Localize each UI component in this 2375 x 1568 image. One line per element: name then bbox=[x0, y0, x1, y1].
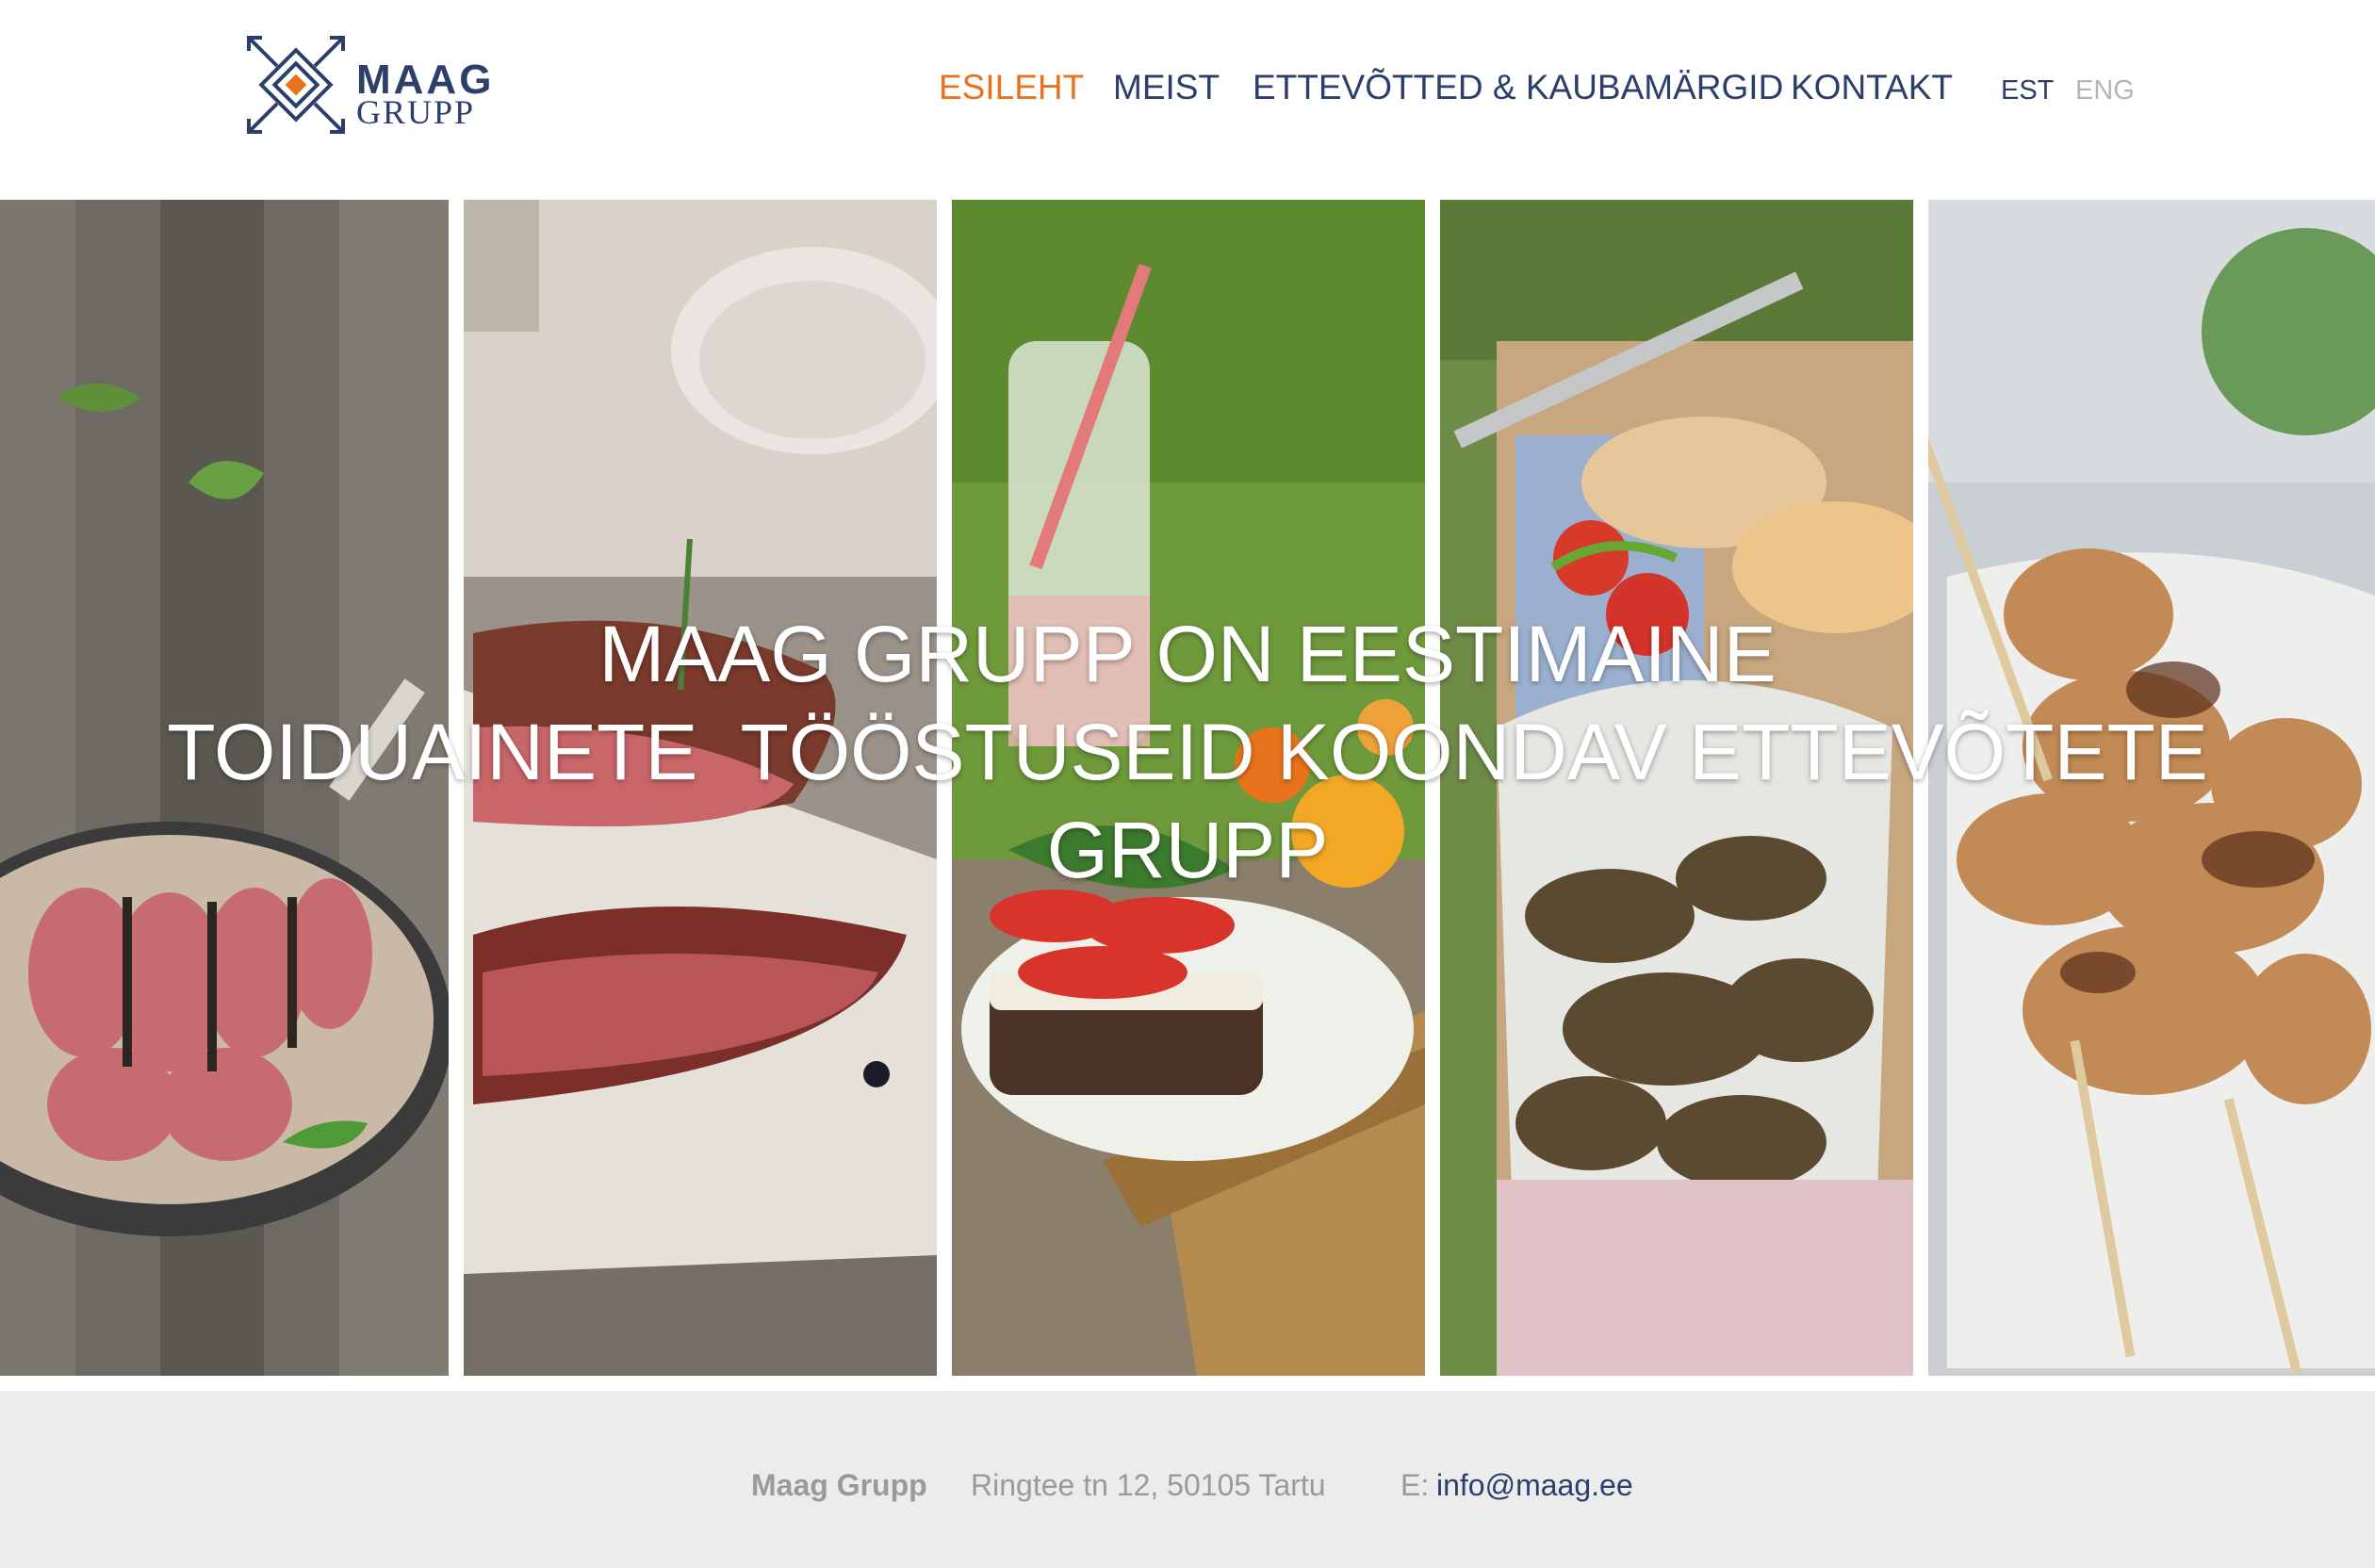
hero-title: MAAG GRUPP ON EESTIMAINE TOIDUAINETE TÖÖ… bbox=[0, 605, 2375, 899]
footer-email-link[interactable]: info@maag.ee bbox=[1436, 1468, 1633, 1503]
site-footer: Maag Grupp Ringtee tn 12, 50105 Tartu E:… bbox=[0, 1391, 2375, 1568]
hero-title-line: MAAG GRUPP ON EESTIMAINE bbox=[598, 610, 1777, 698]
nav-item-ettevotted-kaubamargid[interactable]: ETTEVÕTTED & KAUBAMÄRGID bbox=[1253, 68, 1783, 107]
nav-item-kontakt[interactable]: KONTAKT bbox=[1791, 68, 1953, 107]
footer-email-label: E: bbox=[1400, 1468, 1430, 1502]
hero-title-line: GRUPP bbox=[1046, 806, 1329, 894]
footer-company-name: Maag Grupp bbox=[751, 1468, 927, 1502]
hero-banner: MAAG GRUPP ON EESTIMAINE TOIDUAINETE TÖÖ… bbox=[0, 200, 2375, 1376]
hero-title-line: TOIDUAINETE TÖÖSTUSEID KOONDAV ETTEVÕTET… bbox=[167, 708, 2208, 796]
site-header: MAAG GRUPP ESILEHT MEIST ETTEVÕTTED & KA… bbox=[0, 0, 2375, 200]
language-est[interactable]: EST bbox=[2001, 75, 2054, 106]
main-navigation: ESILEHT MEIST ETTEVÕTTED & KAUBAMÄRGID K… bbox=[0, 68, 2375, 115]
nav-item-esileht[interactable]: ESILEHT bbox=[939, 68, 1084, 107]
footer-address: Ringtee tn 12, 50105 Tartu bbox=[971, 1468, 1326, 1502]
language-eng[interactable]: ENG bbox=[2075, 75, 2135, 106]
footer-contact-row: Maag Grupp Ringtee tn 12, 50105 Tartu E:… bbox=[0, 1468, 2375, 1506]
nav-item-meist[interactable]: MEIST bbox=[1113, 68, 1220, 107]
